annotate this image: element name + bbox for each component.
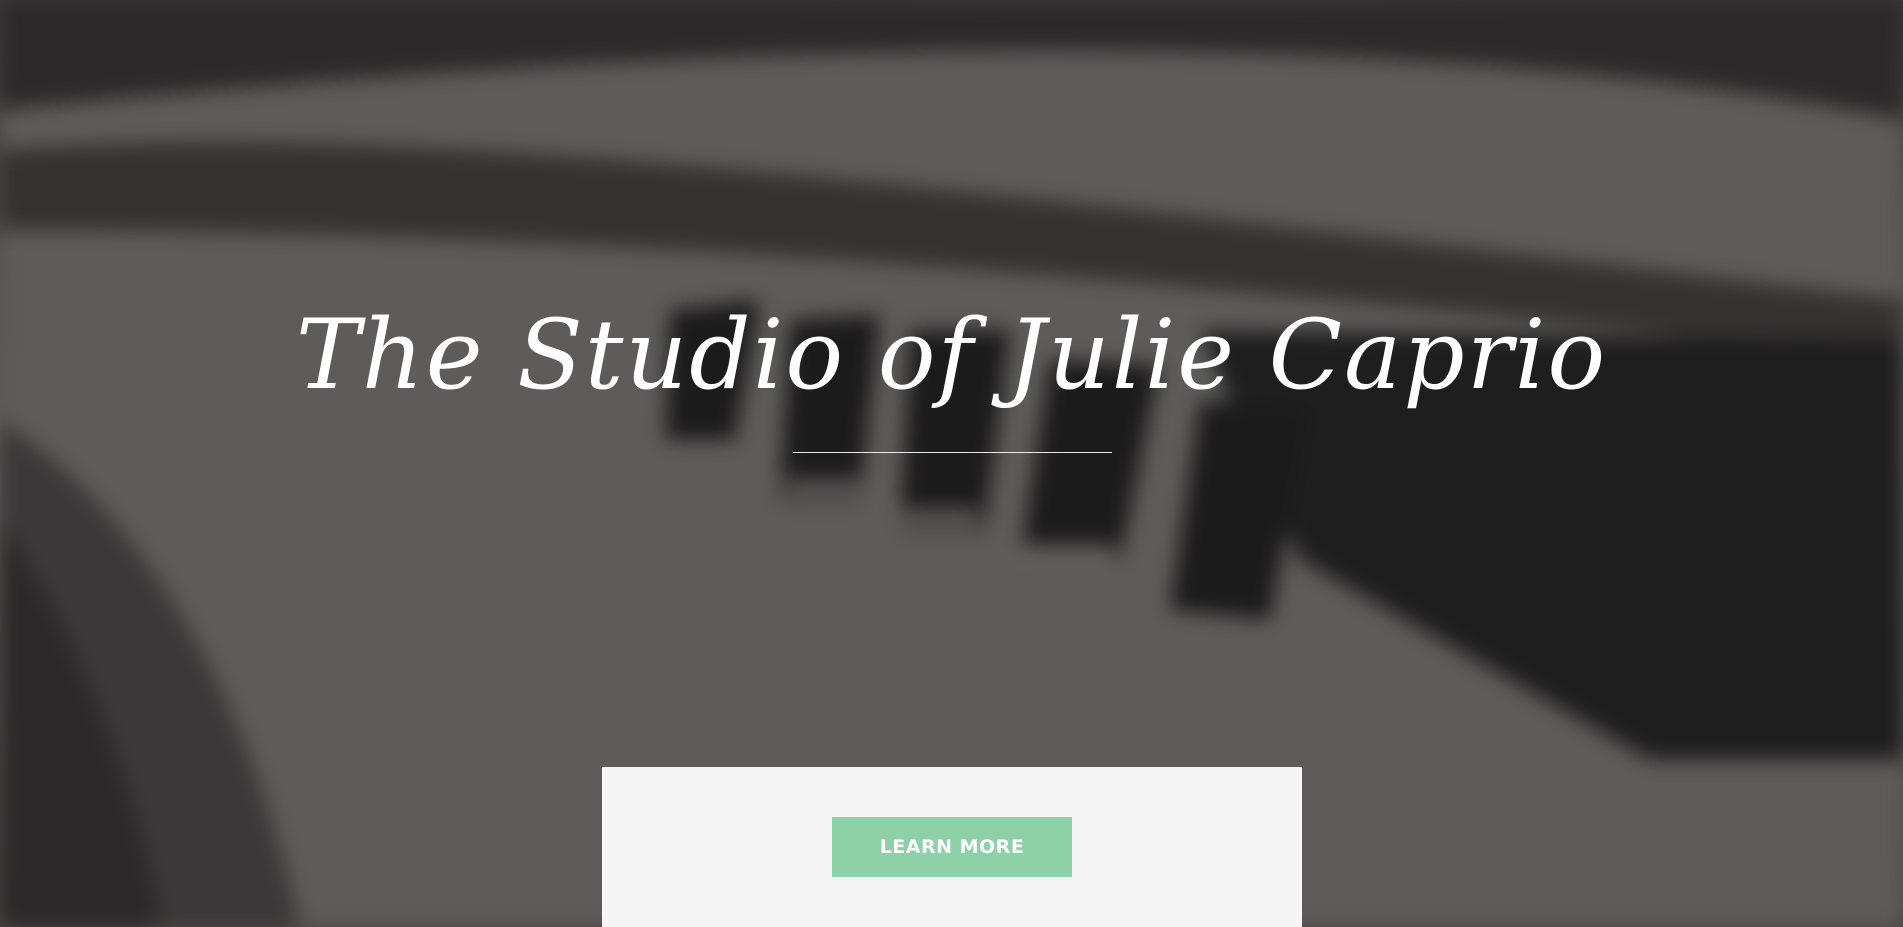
page-title: The Studio of Julie Caprio: [295, 299, 1608, 411]
learn-more-button[interactable]: LEARN MORE: [832, 817, 1072, 877]
intro-card: LEARN MORE: [602, 767, 1302, 927]
hero-section: The Studio of Julie Caprio LEARN MORE: [0, 0, 1903, 927]
title-underline-divider: [793, 452, 1112, 453]
